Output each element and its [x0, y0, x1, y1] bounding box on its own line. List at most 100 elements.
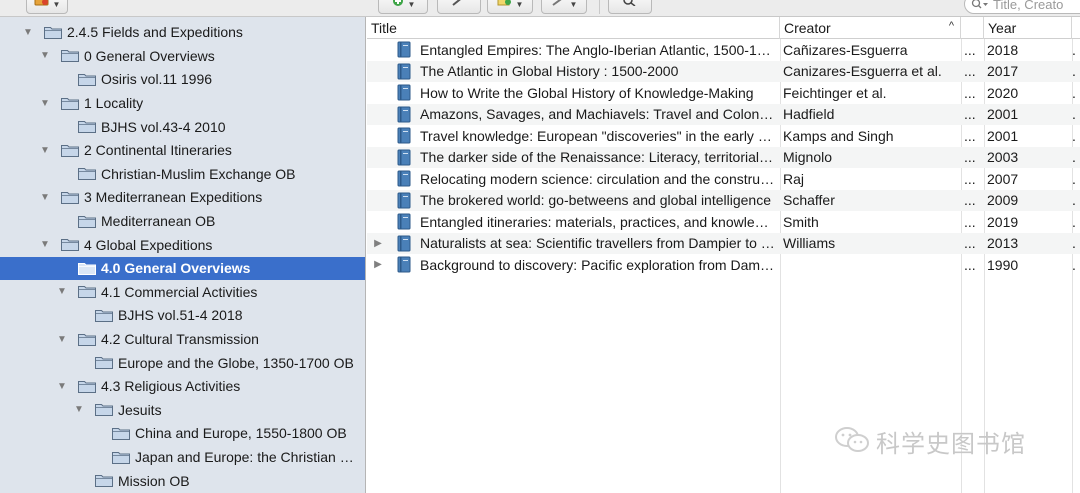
item-row[interactable]: How to Write the Global History of Knowl… — [367, 82, 1080, 104]
tree-item[interactable]: ▼ 4.3 Religious Activities — [0, 375, 365, 399]
folder-icon — [112, 451, 130, 464]
item-more-cell: . — [1072, 63, 1076, 80]
disclosure-triangle-icon[interactable]: ▼ — [39, 145, 51, 156]
tree-item[interactable]: ▼ 4 Global Expeditions — [0, 233, 365, 257]
column-header-extra[interactable] — [961, 17, 984, 39]
item-row[interactable]: The brokered world: go-betweens and glob… — [367, 189, 1080, 212]
tree-item[interactable]: ▼ 2 Continental Itineraries — [0, 139, 365, 163]
item-row[interactable]: ▶ Background to discovery: Pacific explor… — [367, 254, 1080, 276]
folder-icon — [95, 403, 113, 417]
column-header-more[interactable] — [1072, 17, 1080, 39]
item-title-cell: The brokered world: go-betweens and glob… — [420, 190, 776, 212]
column-header-creator[interactable]: Creator ^ — [780, 17, 961, 39]
attach-button[interactable]: ▼ — [541, 0, 587, 14]
tree-item[interactable]: ▼China and Europe, 1550-1800 OB — [0, 422, 365, 446]
expand-item-icon[interactable]: ▶ — [371, 233, 385, 255]
item-extra: ... — [964, 84, 976, 101]
item-creator: Canizares-Esguerra et al. — [783, 63, 942, 80]
new-note-button[interactable]: ▼ — [487, 0, 533, 14]
tree-item[interactable]: ▼Mediterranean OB — [0, 209, 365, 233]
advanced-search-button[interactable] — [608, 0, 652, 14]
item-title: Entangled Empires: The Anglo-Iberian Atl… — [420, 41, 776, 58]
item-year: 2019 — [987, 213, 1019, 230]
add-by-identifier-button[interactable] — [437, 0, 481, 14]
item-row[interactable]: The darker side of the Renaissance: Lite… — [367, 146, 1080, 168]
item-more-cell: . — [1072, 235, 1076, 252]
column-header-title[interactable]: Title — [367, 17, 780, 39]
item-title-cell: Travel knowledge: European "discoveries"… — [420, 125, 776, 147]
folder-icon — [61, 191, 79, 204]
tree-item[interactable]: ▼ Jesuits — [0, 398, 365, 422]
item-row[interactable]: Relocating modern science: circulation a… — [367, 168, 1080, 190]
item-year-cell: 2001 — [987, 125, 1069, 147]
new-collection-button[interactable]: ▼ — [26, 0, 68, 14]
tree-item[interactable]: ▼ 0 General Overviews — [0, 44, 365, 68]
item-extra-cell: ... — [964, 39, 984, 61]
add-item-icon — [391, 0, 405, 9]
tree-item[interactable]: ▼BJHS vol.43-4 2010 — [0, 115, 365, 139]
item-more-cell: . — [1072, 149, 1076, 166]
item-extra-cell: ... — [964, 104, 984, 126]
tree-item-label: 0 General Overviews — [84, 47, 215, 64]
book-icon — [397, 125, 413, 147]
item-creator: Williams — [783, 235, 836, 252]
tree-item-label: BJHS vol.43-4 2010 — [101, 118, 226, 135]
folder-icon — [61, 97, 79, 110]
expand-item-icon[interactable]: ▶ — [371, 254, 385, 276]
disclosure-triangle-icon[interactable]: ▼ — [22, 27, 34, 38]
tree-item[interactable]: ▼BJHS vol.51-4 2018 — [0, 304, 365, 328]
column-header-creator-label: Creator — [784, 20, 831, 36]
item-year: 2009 — [987, 192, 1019, 209]
folder-icon — [78, 380, 96, 393]
wechat-logo-icon — [834, 426, 870, 457]
disclosure-triangle-icon[interactable]: ▼ — [56, 381, 68, 392]
item-title-cell: Entangled Empires: The Anglo-Iberian Atl… — [420, 39, 776, 61]
items-list: Title Creator ^ Year Entangled Empires: … — [367, 17, 1080, 493]
tree-item[interactable]: ▼4.0 General Overviews — [0, 256, 365, 281]
tree-item[interactable]: ▼ 3 Mediterranean Expeditions — [0, 186, 365, 210]
expand-item-icon — [371, 104, 385, 126]
tree-item[interactable]: ▼ 1 Locality — [0, 91, 365, 115]
tree-item[interactable]: ▼Europe and the Globe, 1350-1700 OB — [0, 351, 365, 375]
item-creator-cell: Canizares-Esguerra et al. — [783, 61, 961, 83]
disclosure-triangle-icon[interactable]: ▼ — [39, 98, 51, 109]
disclosure-triangle-icon[interactable]: ▼ — [39, 192, 51, 203]
item-row[interactable]: Travel knowledge: European "discoveries"… — [367, 125, 1080, 147]
item-row[interactable]: Entangled Empires: The Anglo-Iberian Atl… — [367, 39, 1080, 61]
item-title: Background to discovery: Pacific explora… — [420, 256, 776, 273]
collection-tree: ▼ 2.4.5 Fields and Expeditions ▼ 0 General … — [0, 17, 366, 493]
item-row[interactable]: Entangled itineraries: materials, practi… — [367, 211, 1080, 233]
tree-item-label: Jesuits — [118, 401, 162, 418]
book-icon — [397, 211, 413, 233]
disclosure-triangle-icon[interactable]: ▼ — [39, 239, 51, 250]
tree-item[interactable]: ▼Christian-Muslim Exchange OB — [0, 162, 365, 186]
item-more-cell: . — [1072, 256, 1076, 273]
item-creator-cell: Raj — [783, 168, 961, 190]
item-year: 1990 — [987, 256, 1019, 273]
tree-item[interactable]: ▼Osiris vol.11 1996 — [0, 68, 365, 92]
item-extra-cell: ... — [964, 233, 984, 255]
column-header-year[interactable]: Year — [984, 17, 1072, 39]
new-item-button[interactable]: ▼ — [378, 0, 428, 14]
disclosure-triangle-icon[interactable]: ▼ — [73, 404, 85, 415]
tree-item[interactable]: ▼ 2.4.5 Fields and Expeditions — [0, 21, 365, 45]
item-extra: ... — [964, 192, 976, 209]
book-icon — [397, 254, 413, 276]
tree-item-label: 4.3 Religious Activities — [101, 378, 241, 395]
item-extra: ... — [964, 149, 976, 166]
disclosure-triangle-icon[interactable]: ▼ — [39, 50, 51, 61]
item-creator-cell: Feichtinger et al. — [783, 82, 961, 104]
folder-icon — [78, 167, 96, 181]
item-row[interactable]: The Atlantic in Global History : 1500-20… — [367, 60, 1080, 83]
tree-item[interactable]: ▼ 4.2 Cultural Transmission — [0, 327, 365, 351]
item-title-cell: Naturalists at sea: Scientific traveller… — [420, 233, 776, 255]
item-row[interactable]: Amazons, Savages, and Machiavels: Travel… — [367, 103, 1080, 126]
disclosure-triangle-icon[interactable]: ▼ — [56, 286, 68, 297]
item-extra: ... — [964, 235, 976, 252]
disclosure-triangle-icon[interactable]: ▼ — [56, 334, 68, 345]
search-input[interactable]: Title, Creato — [964, 0, 1080, 14]
item-row[interactable]: ▶ Naturalists at sea: Scientific travelle… — [367, 232, 1080, 255]
tree-item[interactable]: ▼ 4.1 Commercial Activities — [0, 280, 365, 304]
tree-item[interactable]: ▼Mission OB — [0, 469, 365, 493]
tree-item[interactable]: ▼Japan and Europe: the Christian Century… — [0, 445, 365, 469]
